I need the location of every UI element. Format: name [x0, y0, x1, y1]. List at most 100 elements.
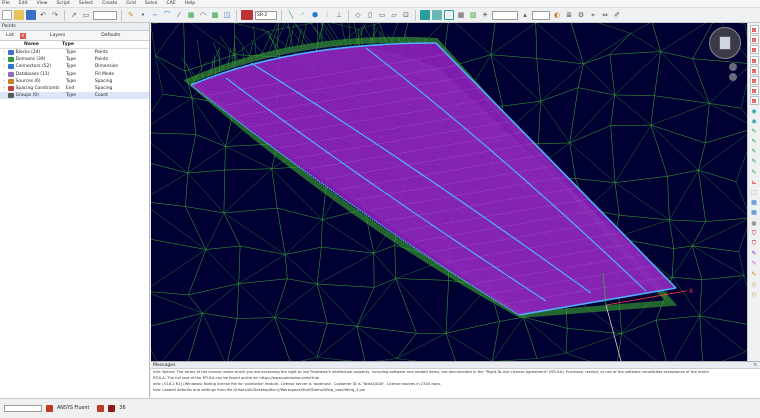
point-icon[interactable]: •	[138, 10, 148, 20]
plot-icon[interactable]: ⊠	[749, 65, 759, 75]
solver-icon[interactable]	[241, 10, 253, 20]
view-zoom-icon[interactable]	[729, 73, 737, 81]
tree-item-connectors[interactable]: › Connectors (52) Type Dimension	[0, 63, 149, 70]
menu-create[interactable]: Create	[102, 1, 117, 6]
open-folder-icon[interactable]	[14, 10, 24, 20]
join-icon[interactable]: ⊥	[334, 10, 344, 20]
brush-icon[interactable]: ✎	[750, 127, 759, 136]
field-b-input[interactable]	[532, 10, 550, 20]
zoom-fit-icon[interactable]: ⊡	[401, 10, 411, 20]
sphere-icon[interactable]: ●	[750, 219, 759, 228]
line-icon[interactable]: ╲	[286, 10, 296, 20]
close-icon[interactable]: ×	[753, 363, 758, 368]
tree-item-databases[interactable]: › Databases (13) Type Fill Mode	[0, 71, 149, 78]
menu-help[interactable]: Help	[185, 1, 195, 6]
tab-layers[interactable]: Layers	[44, 33, 71, 38]
pencil-icon[interactable]: ✎	[126, 10, 136, 20]
menu-grid[interactable]: Grid	[126, 1, 136, 6]
probe-icon[interactable]: ⌖	[588, 10, 598, 20]
grid-icon[interactable]: ▦	[750, 208, 759, 217]
plot-icon[interactable]: ⊠	[749, 35, 759, 45]
menu-solve[interactable]: Solve	[145, 1, 158, 6]
grid-icon[interactable]: ▦	[750, 198, 759, 207]
grid-icon[interactable]: ▦	[186, 10, 196, 20]
plot-icon[interactable]: ⊠	[749, 86, 759, 96]
tree-item-blocks[interactable]: › Blocks (24) Type Points	[0, 49, 149, 56]
view-cube[interactable]	[709, 27, 741, 59]
globe-icon[interactable]: ◉	[750, 117, 759, 126]
menu-edit[interactable]: Edit	[19, 1, 28, 6]
plot-icon[interactable]: ⊠	[749, 45, 759, 55]
field-a-input[interactable]	[492, 10, 518, 20]
display-flat-icon[interactable]	[432, 10, 442, 20]
domain-icon[interactable]: ▩	[210, 10, 220, 20]
view-front-icon[interactable]: ▭	[377, 10, 387, 20]
tab-list[interactable]: List	[0, 33, 20, 38]
tree-item-groups[interactable]: Groups (0) Type Count	[0, 92, 149, 100]
tab-defaults[interactable]: Defaults	[95, 33, 126, 38]
extrude-icon[interactable]: ⬚	[750, 188, 759, 197]
brush-icon[interactable]: ✎	[750, 147, 759, 156]
view-iso-icon[interactable]: ◇	[353, 10, 363, 20]
shield-icon[interactable]: ⛉	[750, 229, 759, 238]
zoom-input[interactable]	[93, 10, 117, 20]
new-file-icon[interactable]	[2, 10, 12, 20]
tree-item-domains[interactable]: › Domains (39) Type Points	[0, 56, 149, 63]
lighting-icon[interactable]: ☀	[480, 10, 490, 20]
view-cube-face-icon[interactable]	[719, 36, 731, 50]
brush-icon[interactable]: ✎	[750, 168, 759, 177]
display-mesh-icon[interactable]: ▦	[456, 10, 466, 20]
globe-icon[interactable]: ◉	[750, 107, 759, 116]
layer-icon[interactable]: ≣	[564, 10, 574, 20]
brush-icon[interactable]: ✎	[750, 270, 759, 279]
save-icon[interactable]	[26, 10, 36, 20]
settings-icon[interactable]: ⚙	[576, 10, 586, 20]
menu-script[interactable]: Script	[57, 1, 70, 6]
measure-icon[interactable]: ⇔	[600, 10, 610, 20]
color-palette-icon[interactable]: ◐	[552, 10, 562, 20]
color-fill-icon[interactable]: ▧	[468, 10, 478, 20]
brush-icon[interactable]: ✎	[750, 249, 759, 258]
brush-icon[interactable]: ✎	[750, 259, 759, 268]
block-icon[interactable]: ◫	[222, 10, 232, 20]
display-solid-icon[interactable]	[420, 10, 430, 20]
plot-icon[interactable]: ⊠	[749, 96, 759, 106]
arc-icon[interactable]: ◜	[298, 10, 308, 20]
redo-icon[interactable]: ↷	[50, 10, 60, 20]
view-side-icon[interactable]: ▱	[389, 10, 399, 20]
connector-icon[interactable]: ∼	[150, 10, 160, 20]
spline-icon[interactable]: ⁄	[174, 10, 184, 20]
note-icon[interactable]: ✐	[612, 10, 622, 20]
extrude-icon[interactable]: ⬢	[310, 10, 320, 20]
menu-file[interactable]: File	[2, 1, 10, 6]
mesh-scene[interactable]: X	[151, 23, 747, 361]
menu-select[interactable]: Select	[79, 1, 93, 6]
undo-icon[interactable]: ↶	[38, 10, 48, 20]
plot-icon[interactable]: ⊠	[749, 25, 759, 34]
tree-item-spacing-constraints[interactable]: › Spacing Constraints End Spacing	[0, 85, 149, 92]
curve-icon[interactable]: ⌒	[162, 10, 172, 20]
column-name[interactable]: Name	[0, 41, 62, 48]
menu-view[interactable]: View	[37, 1, 48, 6]
shape-icon[interactable]: ◇	[750, 290, 759, 299]
wifi-icon[interactable]: ◠	[198, 10, 208, 20]
select-box-icon[interactable]: ▭	[81, 10, 91, 20]
view-rotate-icon[interactable]	[729, 63, 737, 71]
shield-icon[interactable]: ⛉	[750, 239, 759, 248]
brush-icon[interactable]: ✎	[750, 157, 759, 166]
plot-icon[interactable]: ⊠	[749, 75, 759, 85]
tree-item-sources[interactable]: › Sources (6) Type Spacing	[0, 78, 149, 85]
axis-icon[interactable]: ⊾	[750, 178, 759, 187]
display-wire-icon[interactable]	[444, 10, 454, 20]
split-icon[interactable]: ⫶	[322, 10, 332, 20]
brush-icon[interactable]: ✎	[750, 137, 759, 146]
column-type[interactable]: Type	[62, 41, 92, 48]
view-top-icon[interactable]: ▯	[365, 10, 375, 20]
spin-up-icon[interactable]: ▴	[520, 10, 530, 20]
menu-cae[interactable]: CAE	[166, 1, 175, 6]
graphics-viewport[interactable]: X	[151, 23, 747, 361]
select-arrow-icon[interactable]: ➚	[69, 10, 79, 20]
solver-select[interactable]: SR-2	[255, 10, 277, 20]
plot-icon[interactable]: ⊠	[749, 55, 759, 65]
shape-icon[interactable]: ◇	[750, 280, 759, 289]
